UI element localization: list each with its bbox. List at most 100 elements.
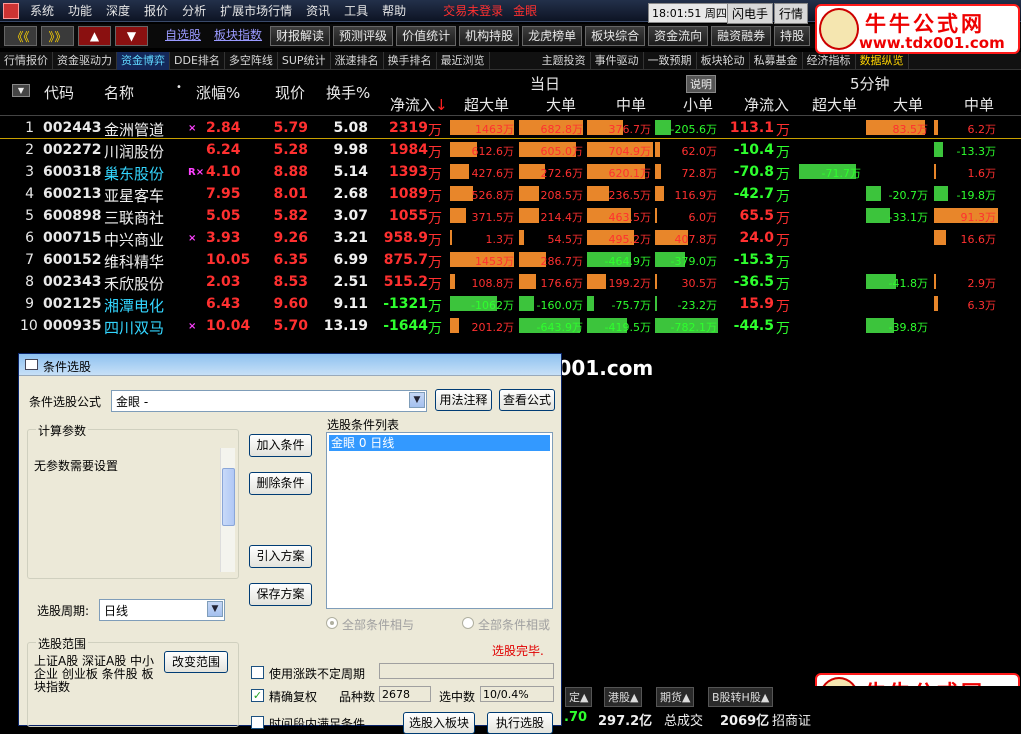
menu-depth[interactable]: 深度: [99, 0, 137, 22]
table-row[interactable]: 2 002272 川润股份 6.24 5.28 9.98 1984 万 -10.4 万 612.6万…: [0, 139, 1021, 161]
tab-event-driven[interactable]: 事件驱动: [591, 51, 644, 70]
col-large[interactable]: 大单: [546, 94, 576, 115]
page-forward-button[interactable]: 》》: [41, 26, 74, 46]
value-stats-button[interactable]: 价值统计: [396, 26, 457, 46]
uncertain-period-checkbox[interactable]: [251, 666, 264, 679]
scroll-thumb[interactable]: [222, 468, 235, 526]
status-tab-b-to-h[interactable]: B股转H股▲: [708, 687, 774, 707]
condition-item[interactable]: 金眼 0 日线: [329, 435, 550, 451]
delete-condition-button[interactable]: 删除条件: [249, 472, 312, 495]
all-or-radio[interactable]: [462, 617, 474, 629]
col-super-large-5min[interactable]: 超大单: [812, 94, 857, 115]
tab-quotes[interactable]: 行情报价: [0, 51, 53, 70]
col-turnover[interactable]: 换手%: [326, 82, 370, 103]
chevron-down-icon[interactable]: ▼: [409, 392, 425, 408]
tab-sector-rotation[interactable]: 板块轮动: [697, 51, 750, 70]
col-medium-5min[interactable]: 中单: [964, 94, 994, 115]
usage-notes-button[interactable]: 用法注释: [435, 389, 492, 411]
time-range-checkbox[interactable]: [251, 716, 264, 729]
select-to-block-button[interactable]: 选股入板块: [403, 712, 475, 734]
tab-theme-invest[interactable]: 主题投资: [538, 51, 591, 70]
tab-speed-rank[interactable]: 涨速排名: [331, 51, 384, 70]
table-row[interactable]: 4 600213 亚星客车 7.95 8.01 2.68 1089 万 -42.7 万 526.8万…: [0, 183, 1021, 205]
tab-economic[interactable]: 经济指标: [803, 51, 856, 70]
precise-adjust-checkbox[interactable]: ✓: [251, 689, 264, 702]
col-net-inflow[interactable]: 净流入↓: [390, 94, 448, 115]
all-and-radio[interactable]: [326, 617, 338, 629]
watchlist-link[interactable]: 自选股: [160, 26, 206, 46]
tab-fund-driver[interactable]: 资金驱动力: [53, 51, 117, 70]
table-row[interactable]: 6 000715 中兴商业 × 3.93 9.26 3.21 958.9 万 24.0 万 1.3万 5…: [0, 227, 1021, 249]
sector-overview-button[interactable]: 板块综合: [585, 26, 646, 46]
chevron-down-icon[interactable]: ▼: [207, 601, 223, 617]
menu-analysis[interactable]: 分析: [175, 0, 213, 22]
col-medium[interactable]: 中单: [616, 94, 646, 115]
execute-selection-button[interactable]: 执行选股: [487, 712, 553, 734]
flow-bar-value: -1062万: [471, 299, 514, 312]
tab-turnover-rank[interactable]: 换手排名: [384, 51, 437, 70]
menu-tools[interactable]: 工具: [337, 0, 375, 22]
page-back-button[interactable]: 《《: [4, 26, 37, 46]
menu-extended-market[interactable]: 扩展市场行情: [213, 0, 299, 22]
login-status[interactable]: 交易未登录: [443, 2, 503, 19]
column-menu-icon[interactable]: ▼: [12, 84, 30, 97]
table-row[interactable]: 10 000935 四川双马 × 10.04 5.70 13.19 -1644 万 -44.5 万 2…: [0, 315, 1021, 337]
holdings-button[interactable]: 持股: [774, 26, 811, 46]
table-row[interactable]: 8 002343 禾欣股份 2.03 8.53 2.51 515.2 万 -36.5 万 108.8…: [0, 271, 1021, 293]
status-tab-hk[interactable]: 港股▲: [604, 687, 643, 707]
col-net-inflow-5min[interactable]: 净流入: [744, 94, 789, 115]
formula-select[interactable]: 金眼 - ▼: [111, 390, 427, 412]
tab-consensus[interactable]: 一致预期: [644, 51, 697, 70]
financial-report-button[interactable]: 财报解读: [270, 26, 331, 46]
col-code[interactable]: 代码: [44, 82, 74, 103]
status-tab-0[interactable]: 定▲: [565, 687, 593, 707]
view-formula-button[interactable]: 查看公式: [499, 389, 555, 411]
sector-index-link[interactable]: 板块指数: [209, 26, 267, 46]
dialog-title-bar[interactable]: 条件选股: [19, 354, 561, 376]
tab-dde-rank[interactable]: DDE排名: [170, 51, 225, 70]
institution-holdings-button[interactable]: 机构持股: [459, 26, 520, 46]
condition-list[interactable]: 金眼 0 日线: [326, 432, 553, 609]
menu-function[interactable]: 功能: [61, 0, 99, 22]
flow-bar-value: 407.8万: [674, 233, 718, 246]
menu-system[interactable]: 系统: [23, 0, 61, 22]
status-tab-futures[interactable]: 期货▲: [656, 687, 695, 707]
col-change[interactable]: 涨幅%: [196, 82, 240, 103]
col-price[interactable]: 现价: [275, 82, 305, 103]
tab-long-short[interactable]: 多空阵线: [225, 51, 278, 70]
period-select[interactable]: 日线 ▼: [99, 599, 225, 621]
col-name[interactable]: 名称: [104, 82, 134, 103]
table-row[interactable]: 1 002443 金洲管道 × 2.84 5.79 5.08 2319 万 113.1 万 1463万…: [0, 117, 1021, 139]
col-small[interactable]: 小单: [683, 94, 713, 115]
app-icon[interactable]: [3, 2, 19, 19]
change-scope-button[interactable]: 改变范围: [164, 651, 228, 673]
up-arrow-button[interactable]: ▲: [78, 26, 111, 46]
add-condition-button[interactable]: 加入条件: [249, 434, 312, 457]
import-scheme-button[interactable]: 引入方案: [249, 545, 312, 568]
menu-help[interactable]: 帮助: [375, 0, 413, 22]
tab-recent[interactable]: 最近浏览: [437, 51, 490, 70]
col-super-large[interactable]: 超大单: [464, 94, 509, 115]
tab-data-overview[interactable]: 数据纵览: [856, 51, 909, 70]
fund-flow-button[interactable]: 资金流向: [648, 26, 709, 46]
down-arrow-button[interactable]: ▼: [115, 26, 148, 46]
tab-private-fund[interactable]: 私募基金: [750, 51, 803, 70]
tab-fund-game[interactable]: 资金博弈: [117, 51, 170, 70]
quote-button[interactable]: 行情: [774, 3, 809, 24]
table-row[interactable]: 5 600898 三联商社 5.05 5.82 3.07 1055 万 65.5 万 371.5万 2…: [0, 205, 1021, 227]
params-scrollbar[interactable]: [220, 448, 235, 572]
flash-trade-button[interactable]: 闪电手: [727, 3, 774, 24]
margin-trading-button[interactable]: 融资融券: [711, 26, 772, 46]
menu-quote[interactable]: 报价: [137, 0, 175, 22]
dragon-tiger-button[interactable]: 龙虎榜单: [522, 26, 583, 46]
tab-sup-stats[interactable]: SUP统计: [278, 51, 331, 70]
menu-news[interactable]: 资讯: [299, 0, 337, 22]
col-large-5min[interactable]: 大单: [893, 94, 923, 115]
explain-button[interactable]: 说明: [686, 75, 716, 93]
scope-group: 选股范围 上证A股 深证A股 中小企业 创业板 条件股 板块指数 改变范围: [27, 635, 239, 727]
table-row[interactable]: 9 002125 湘潭电化 6.43 9.60 9.11 -1321 万 15.9 万 -1062万…: [0, 293, 1021, 315]
save-scheme-button[interactable]: 保存方案: [249, 583, 312, 606]
table-row[interactable]: 3 600318 巢东股份 R× 4.10 8.88 5.14 1393 万 -70.8 万 427.…: [0, 161, 1021, 183]
forecast-rating-button[interactable]: 预测评级: [333, 26, 394, 46]
table-row[interactable]: 7 600152 维科精华 10.05 6.35 6.99 875.7 万 -15.3 万 1453…: [0, 249, 1021, 271]
